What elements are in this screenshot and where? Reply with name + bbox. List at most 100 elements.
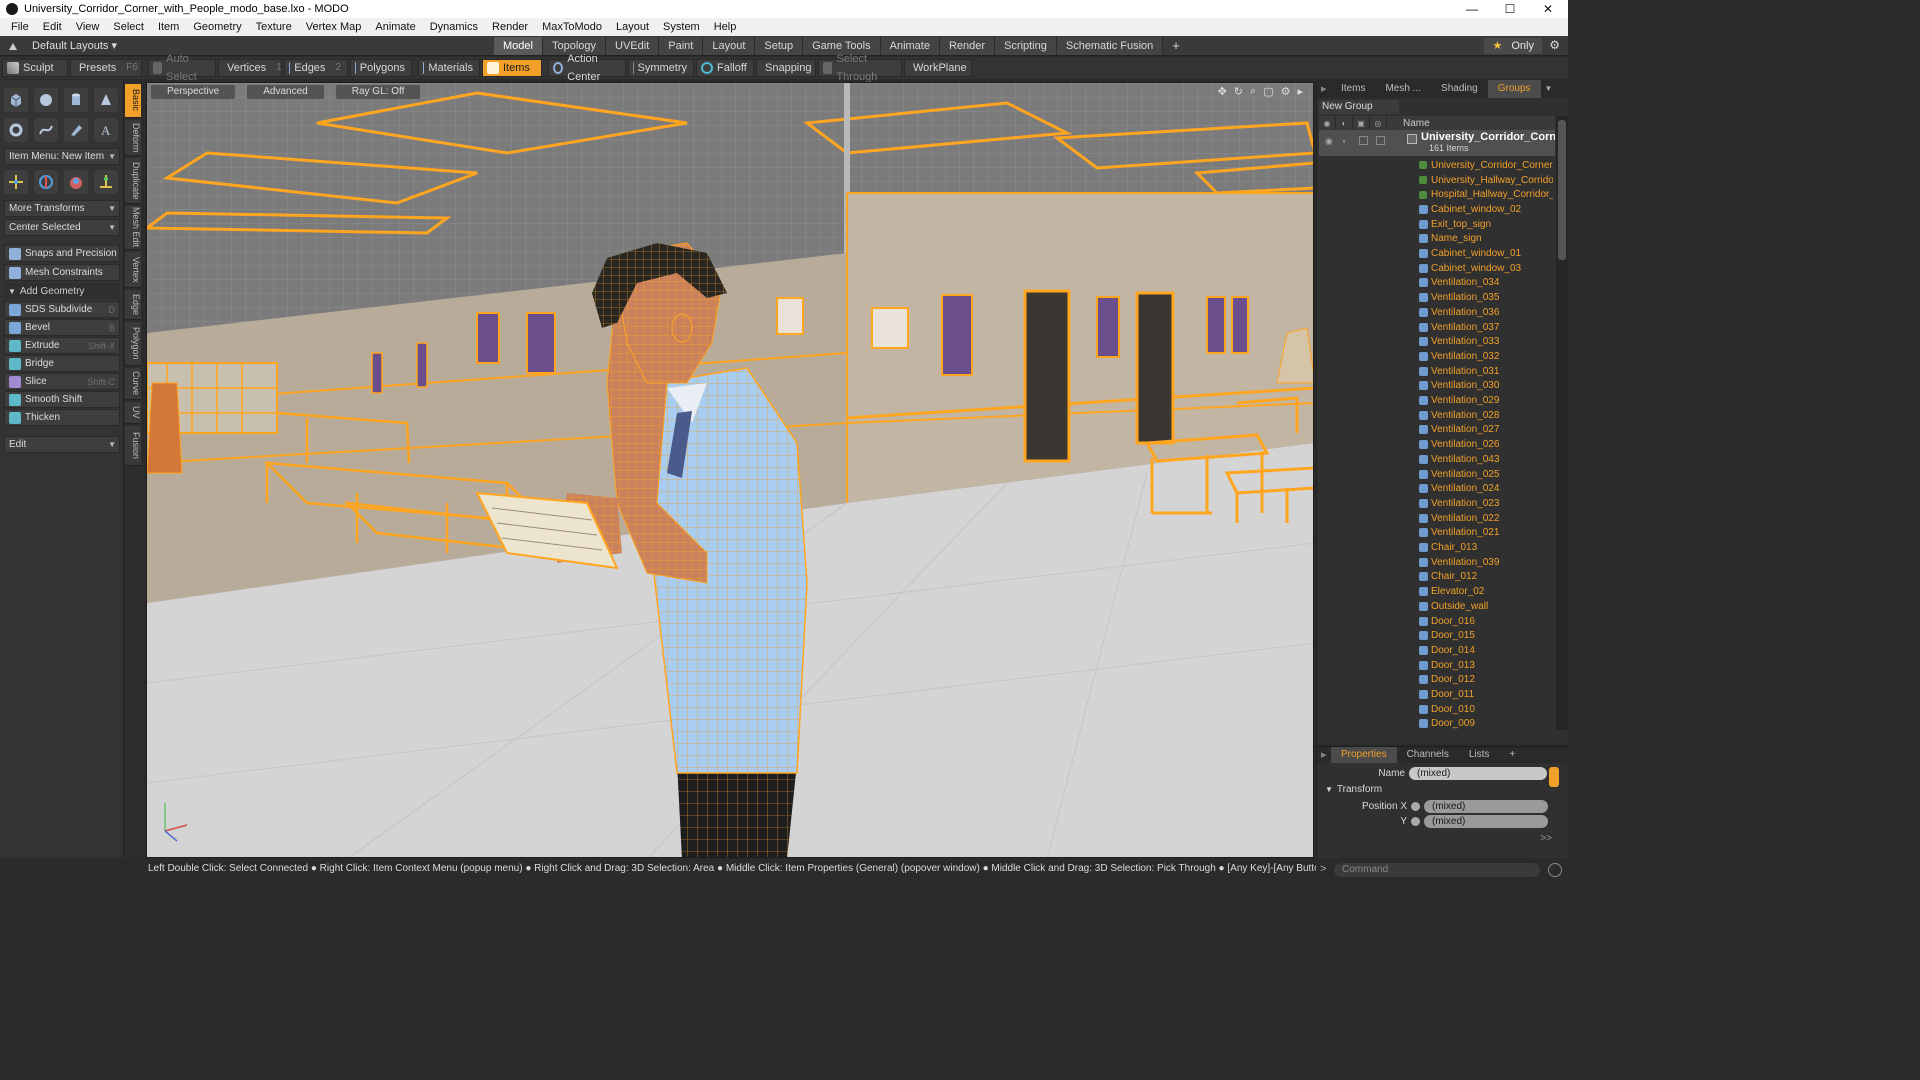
keyframe-icon[interactable] [1411, 802, 1420, 811]
keyframe-icon[interactable] [1411, 817, 1420, 826]
group-list-item[interactable]: Ventilation_036 [1319, 305, 1555, 320]
presets-button[interactable]: Presets F6 [70, 59, 142, 77]
slice-button[interactable]: Slice Shift-C [4, 373, 120, 390]
vtab-curve[interactable]: Curve [125, 368, 141, 400]
group-list-item[interactable]: Name_sign [1319, 232, 1555, 247]
group-list-item[interactable]: Ventilation_027 [1319, 423, 1555, 438]
group-list-item[interactable]: Ventilation_039 [1319, 555, 1555, 570]
polygons-button[interactable]: Polygons [350, 59, 412, 77]
menu-dynamics[interactable]: Dynamics [423, 21, 485, 33]
render-icon[interactable]: ◐ [1342, 136, 1347, 146]
group-list-item[interactable]: Ventilation_035 [1319, 290, 1555, 305]
group-list-item[interactable]: Ventilation_037 [1319, 320, 1555, 335]
group-list-item[interactable]: Ventilation_043 [1319, 452, 1555, 467]
sculpt-button[interactable]: Sculpt [2, 59, 68, 77]
tab-lists[interactable]: Lists [1459, 747, 1500, 763]
menu-layout[interactable]: Layout [609, 21, 656, 33]
add-tab-button[interactable]: + [1163, 37, 1189, 55]
group-list-item[interactable]: Door_015 [1319, 628, 1555, 643]
group-list-item[interactable]: Cabinet_window_03 [1319, 261, 1555, 276]
action-center-button[interactable]: Action Center [548, 53, 626, 83]
menu-geometry[interactable]: Geometry [186, 21, 248, 33]
pen-icon[interactable] [64, 118, 88, 142]
menu-maxtomodo[interactable]: MaxToModo [535, 21, 609, 33]
bevel-button[interactable]: Bevel B [4, 319, 120, 336]
item-menu-dropdown[interactable]: Item Menu: New Item ▼ [4, 148, 120, 165]
menu-file[interactable]: File [4, 21, 36, 33]
command-history-icon[interactable] [1548, 863, 1562, 877]
panel-menu-icon[interactable]: ▸ [1317, 747, 1331, 763]
group-list-item[interactable]: Ventilation_029 [1319, 393, 1555, 408]
menu-system[interactable]: System [656, 21, 707, 33]
more-transforms-dropdown[interactable]: More Transforms ▼ [4, 200, 120, 217]
group-list-item[interactable]: Chair_013 [1319, 540, 1555, 555]
mesh-constraints-button[interactable]: Mesh Constraints [4, 264, 120, 281]
vtab-deform[interactable]: Deform [125, 120, 141, 156]
scrollbar-thumb[interactable] [1558, 120, 1566, 260]
vtab-fusion[interactable]: Fusion [125, 426, 141, 466]
sds-subdivide-button[interactable]: SDS Subdivide D [4, 301, 120, 318]
group-list-item[interactable]: Chair_012 [1319, 570, 1555, 585]
viewport-menu-icon[interactable]: ▸ [1297, 85, 1303, 98]
raygl-button[interactable]: Ray GL: Off [335, 85, 421, 99]
group-list-item[interactable]: Ventilation_023 [1319, 496, 1555, 511]
cylinder-icon[interactable] [64, 88, 88, 112]
menu-edit[interactable]: Edit [36, 21, 69, 33]
select-icon[interactable]: ◎ [1370, 116, 1387, 130]
eye-icon[interactable]: ◉ [1325, 136, 1333, 147]
command-input[interactable]: Command [1334, 863, 1540, 877]
tab-render[interactable]: Render [939, 37, 996, 55]
edges-button[interactable]: Edges 2 [284, 59, 348, 77]
menu-view[interactable]: View [69, 21, 107, 33]
vertices-button[interactable]: Vertices 1 [218, 59, 282, 77]
symmetry-button[interactable]: Symmetry [628, 59, 694, 77]
panel-menu-icon[interactable]: ▸ [1317, 80, 1331, 98]
tab-schematic-fusion[interactable]: Schematic Fusion [1056, 37, 1164, 55]
group-list-item[interactable]: Door_012 [1319, 673, 1555, 688]
group-list-item[interactable]: Ventilation_025 [1319, 467, 1555, 482]
menu-vertex-map[interactable]: Vertex Map [299, 21, 369, 33]
cube-icon[interactable] [4, 88, 28, 112]
group-list-item[interactable]: Ventilation_033 [1319, 334, 1555, 349]
smooth-shift-button[interactable]: Smooth Shift [4, 391, 120, 408]
tab-channels[interactable]: Channels [1397, 747, 1459, 763]
group-list-item[interactable]: Cabinet_window_02 [1319, 202, 1555, 217]
group-list-item[interactable]: Ventilation_028 [1319, 408, 1555, 423]
group-list-item[interactable]: Door_016 [1319, 614, 1555, 629]
more-properties-button[interactable]: >> [1540, 833, 1552, 844]
tab-groups[interactable]: Groups [1487, 80, 1541, 98]
group-list-item[interactable]: Exit_top_sign [1319, 217, 1555, 232]
close-button[interactable]: ✕ [1530, 0, 1566, 18]
torus-icon[interactable] [4, 118, 28, 142]
render-icon[interactable]: ◐ [1336, 116, 1353, 130]
tab-shading[interactable]: Shading [1431, 80, 1488, 98]
select-through-button[interactable]: Select Through [818, 53, 902, 83]
move-tool-icon[interactable] [4, 170, 28, 194]
group-list-item[interactable]: Ventilation_021 [1319, 526, 1555, 541]
group-list-item[interactable]: Ventilation_032 [1319, 349, 1555, 364]
vtab-duplicate[interactable]: Duplicate [125, 158, 141, 204]
add-geometry-header[interactable]: ▼ Add Geometry [4, 283, 120, 299]
vtab-edge[interactable]: Edge [125, 290, 141, 320]
tab-setup[interactable]: Setup [755, 37, 804, 55]
group-list-item[interactable]: Ventilation_026 [1319, 437, 1555, 452]
curve-icon[interactable] [34, 118, 58, 142]
perspective-button[interactable]: Perspective [151, 85, 236, 99]
3d-viewport[interactable]: Perspective Advanced Ray GL: Off ✥ ↻ ⌕ ▢… [146, 82, 1314, 858]
group-list-item[interactable]: Elevator_02 [1319, 584, 1555, 599]
group-list-item[interactable]: Door_013 [1319, 658, 1555, 673]
select-checkbox[interactable] [1376, 136, 1385, 145]
viewport-settings-icon[interactable]: ⚙ [1281, 85, 1291, 98]
fit-view-icon[interactable]: ▢ [1263, 85, 1273, 98]
text-icon[interactable]: A [94, 118, 118, 142]
center-selected-dropdown[interactable]: Center Selected ▼ [4, 219, 120, 236]
extrude-button[interactable]: Extrude Shift-X [4, 337, 120, 354]
menu-item[interactable]: Item [151, 21, 186, 33]
tab-mesh[interactable]: Mesh ... [1375, 80, 1431, 98]
pan-icon[interactable]: ✥ [1218, 85, 1227, 98]
group-list-item[interactable]: Ventilation_030 [1319, 379, 1555, 394]
chevron-down-icon[interactable]: ▼ [1545, 80, 1553, 98]
tab-properties[interactable]: Properties [1331, 747, 1397, 763]
group-list-item[interactable]: Door_011 [1319, 687, 1555, 702]
snapping-button[interactable]: Snapping [756, 59, 816, 77]
